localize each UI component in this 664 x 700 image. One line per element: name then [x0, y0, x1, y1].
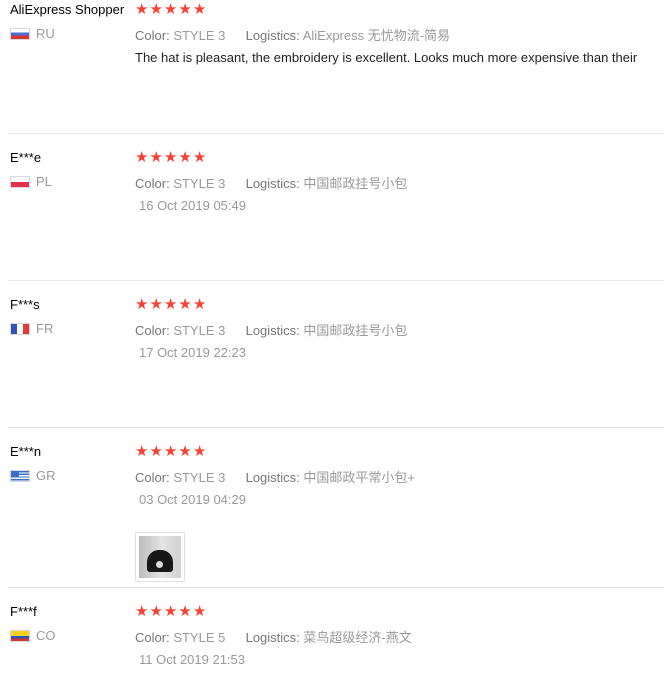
review-date: 16 Oct 2019 05:49 [139, 198, 246, 213]
order-info: Color: STYLE 3 Logistics: 中国邮政挂号小包 [135, 173, 407, 192]
order-info: Color: STYLE 3 Logistics: 中国邮政挂号小包 [135, 320, 407, 339]
flag-ru-icon [10, 27, 30, 40]
star-icon: ★ [149, 0, 163, 18]
reviewer-name: F***s [10, 297, 40, 312]
review-item: E***n GR ★ ★ ★ ★ ★ Color: STYLE 3 Logist… [0, 442, 664, 587]
star-rating: ★ ★ ★ ★ ★ [135, 2, 206, 17]
country-code: CO [36, 628, 56, 643]
country-code: FR [36, 321, 54, 336]
color-value: STYLE 3 [173, 28, 226, 43]
color-label: Color: [135, 470, 170, 485]
review-date: 03 Oct 2019 04:29 [139, 492, 246, 507]
country-code: GR [36, 468, 56, 483]
country-code: RU [36, 26, 55, 41]
color-label: Color: [135, 176, 170, 191]
reviewer-country: CO [10, 628, 56, 643]
order-info: Color: STYLE 3 Logistics: 中国邮政平常小包+ [135, 467, 415, 486]
star-icon: ★ [178, 148, 192, 166]
divider [8, 133, 664, 134]
reviewer-country: GR [10, 468, 56, 483]
logistics-label: Logistics: [245, 176, 300, 191]
star-icon: ★ [192, 148, 207, 166]
review-date: 11 Oct 2019 21:53 [139, 652, 246, 667]
star-rating: ★ ★ ★ ★ ★ [135, 297, 206, 312]
star-icon: ★ [135, 148, 149, 166]
divider [8, 427, 664, 428]
star-icon: ★ [163, 148, 178, 166]
divider [8, 280, 664, 281]
color-label: Color: [135, 323, 170, 338]
star-icon: ★ [149, 442, 163, 460]
flag-gr-icon [10, 469, 30, 482]
order-info: Color: STYLE 3 Logistics: AliExpress 无忧物… [135, 25, 450, 44]
divider [8, 587, 664, 588]
color-label: Color: [135, 630, 170, 645]
star-icon: ★ [163, 442, 178, 460]
logistics-value: 菜鸟超级经济-燕文 [303, 630, 412, 645]
review-item: AliExpress Shopper RU ★ ★ ★ ★ ★ Color: S… [0, 0, 664, 133]
reviewer-name: AliExpress Shopper [10, 2, 125, 17]
logistics-value: 中国邮政平常小包+ [303, 470, 416, 485]
color-label: Color: [135, 28, 170, 43]
review-item: F***s FR ★ ★ ★ ★ ★ Color: STYLE 3 Logist… [0, 295, 664, 427]
reviewer-country: PL [10, 174, 52, 189]
review-date: 17 Oct 2019 22:23 [139, 345, 246, 360]
logistics-label: Logistics: [245, 28, 300, 43]
star-icon: ★ [178, 0, 192, 18]
black-beanie-photo-icon [139, 536, 181, 578]
review-text: The hat is pleasant, the embroidery is e… [135, 50, 638, 65]
order-info: Color: STYLE 5 Logistics: 菜鸟超级经济-燕文 [135, 627, 412, 646]
logistics-label: Logistics: [245, 323, 300, 338]
star-icon: ★ [178, 442, 192, 460]
review-feed: AliExpress Shopper RU ★ ★ ★ ★ ★ Color: S… [0, 0, 664, 700]
logistics-value: 中国邮政挂号小包 [303, 323, 408, 338]
star-icon: ★ [149, 602, 163, 620]
flag-pl-icon [10, 175, 30, 188]
star-rating: ★ ★ ★ ★ ★ [135, 150, 206, 165]
star-icon: ★ [192, 602, 207, 620]
star-rating: ★ ★ ★ ★ ★ [135, 444, 206, 459]
star-icon: ★ [135, 295, 149, 313]
star-icon: ★ [149, 148, 163, 166]
reviewer-name: F***f [10, 604, 37, 619]
country-code: PL [36, 174, 52, 189]
star-icon: ★ [192, 442, 207, 460]
star-icon: ★ [178, 602, 192, 620]
star-icon: ★ [192, 0, 207, 18]
star-icon: ★ [178, 295, 192, 313]
star-icon: ★ [135, 602, 149, 620]
color-value: STYLE 3 [173, 470, 226, 485]
logistics-label: Logistics: [245, 470, 300, 485]
flag-fr-icon [10, 322, 30, 335]
reviewer-name: E***n [10, 444, 42, 459]
star-icon: ★ [163, 602, 178, 620]
star-icon: ★ [135, 0, 149, 18]
reviewer-name: E***e [10, 150, 42, 165]
reviewer-country: FR [10, 321, 53, 336]
logistics-value: AliExpress 无忧物流-简易 [302, 28, 451, 43]
review-photo-thumbnail[interactable] [135, 532, 185, 582]
color-value: STYLE 5 [173, 630, 226, 645]
color-value: STYLE 3 [173, 176, 226, 191]
review-item: E***e PL ★ ★ ★ ★ ★ Color: STYLE 3 Logist… [0, 148, 664, 280]
flag-co-icon [10, 629, 30, 642]
reviewer-country: RU [10, 26, 55, 41]
star-icon: ★ [149, 295, 163, 313]
logistics-value: 中国邮政挂号小包 [303, 176, 408, 191]
star-icon: ★ [163, 0, 178, 18]
star-icon: ★ [192, 295, 207, 313]
review-item: F***f CO ★ ★ ★ ★ ★ Color: STYLE 5 Logist… [0, 602, 664, 700]
star-icon: ★ [163, 295, 178, 313]
color-value: STYLE 3 [173, 323, 226, 338]
star-icon: ★ [135, 442, 149, 460]
logistics-label: Logistics: [245, 630, 300, 645]
star-rating: ★ ★ ★ ★ ★ [135, 604, 206, 619]
